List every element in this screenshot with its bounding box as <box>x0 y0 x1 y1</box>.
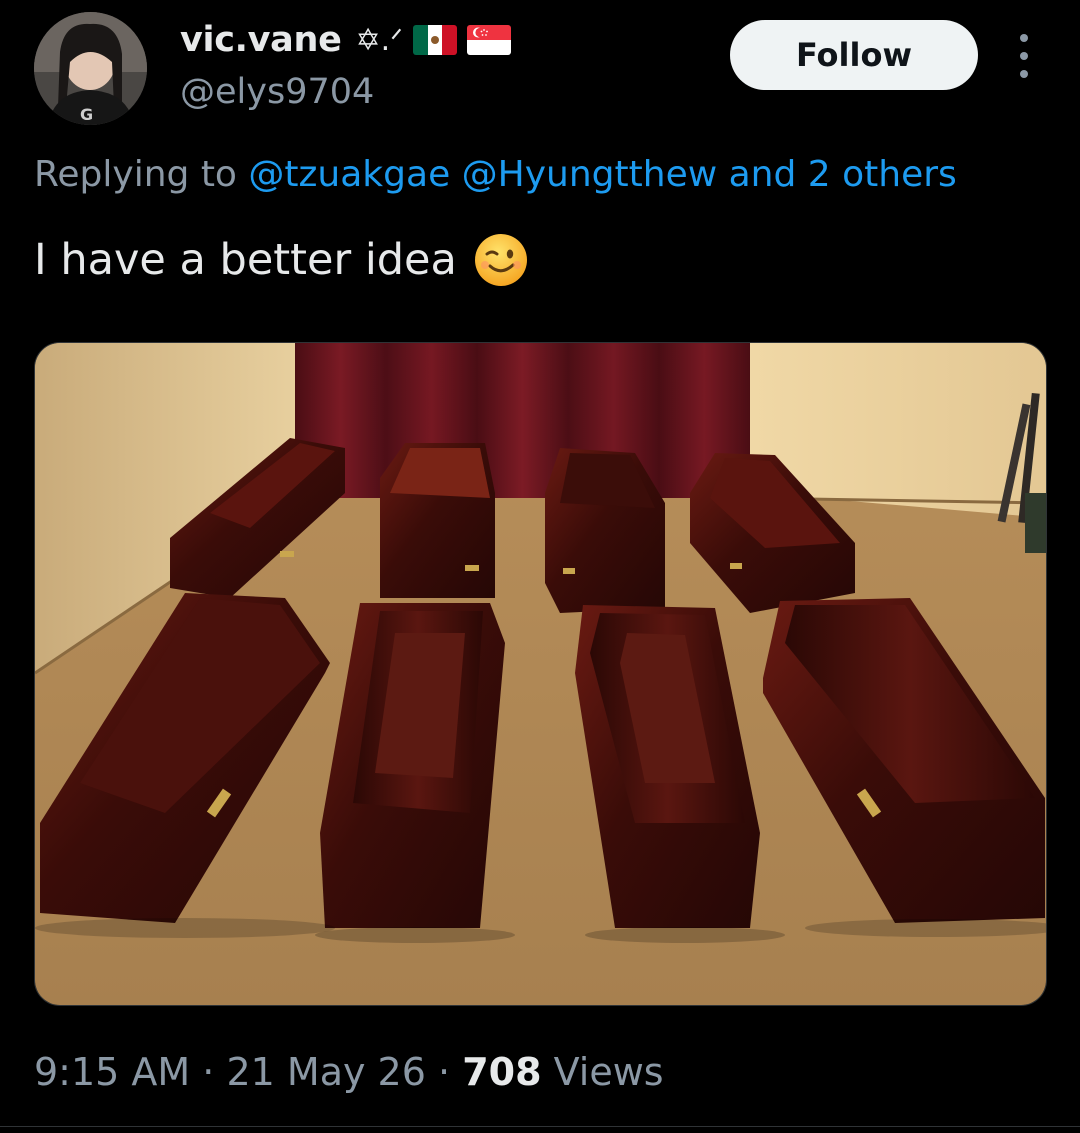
photo-of-coffins-icon <box>35 343 1046 1005</box>
singapore-flag-icon <box>466 25 511 55</box>
meta-separator: · <box>438 1050 451 1094</box>
profile-photo-icon: G <box>34 12 147 125</box>
display-name[interactable]: vic.vane <box>180 20 342 60</box>
meta-separator: · <box>202 1050 215 1094</box>
mexico-flag-icon <box>412 25 457 55</box>
divider <box>0 1126 1080 1127</box>
author-handle[interactable]: @elys9704 <box>180 72 374 112</box>
mention-link[interactable]: @Hyungtthew <box>462 154 718 195</box>
views-label[interactable]: Views <box>554 1050 664 1094</box>
mention-link[interactable]: @tzuakgae <box>248 154 450 195</box>
tweet-metadata: 9:15 AM · 21 May 26 · 708 Views <box>34 1050 664 1094</box>
more-options-icon[interactable] <box>1004 34 1044 78</box>
winking-face-icon <box>473 232 529 288</box>
follow-button[interactable]: Follow <box>730 20 978 90</box>
reply-others-link[interactable]: and 2 others <box>729 154 957 195</box>
tweet-date[interactable]: 21 May 26 <box>226 1050 425 1094</box>
tweet-body: I have a better idea <box>34 235 457 285</box>
reply-context: Replying to @tzuakgae @Hyungtthew and 2 … <box>34 154 957 195</box>
name-decoration: ✡.ᐟ <box>355 22 403 58</box>
svg-text:G: G <box>80 105 93 124</box>
tweet-time[interactable]: 9:15 AM <box>34 1050 190 1094</box>
views-count[interactable]: 708 <box>462 1050 541 1094</box>
reply-prefix: Replying to <box>34 154 237 195</box>
author-name-row: vic.vane ✡.ᐟ <box>180 20 511 60</box>
tweet-text: I have a better idea <box>34 232 529 288</box>
tweet-photo[interactable] <box>34 342 1047 1006</box>
avatar[interactable]: G <box>34 12 147 125</box>
tweet: G vic.vane ✡.ᐟ @elys9704 Follow Replying… <box>0 0 1080 1133</box>
